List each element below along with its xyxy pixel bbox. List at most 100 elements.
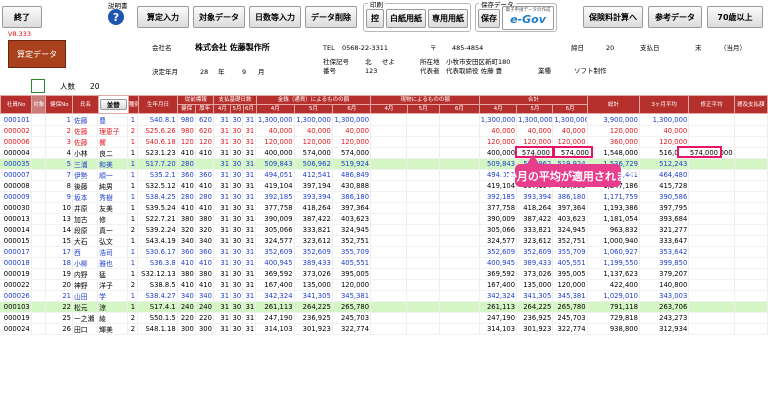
cash-6-cell[interactable]: 395,005 [332, 268, 372, 281]
given-name-cell[interactable]: 弘文 [97, 235, 129, 248]
days-4-cell[interactable]: 31 [213, 268, 232, 281]
kind-6-cell[interactable] [439, 158, 480, 171]
total-cell[interactable]: 1,199,550 [587, 257, 640, 270]
cash-5-cell[interactable]: 418,264 [294, 202, 333, 215]
birth-cell[interactable]: S22.7.21 [137, 213, 178, 226]
ins-no-cell[interactable]: 4 [45, 147, 74, 160]
days-4-cell[interactable]: 31 [213, 301, 232, 314]
kind-5-cell[interactable] [406, 257, 440, 270]
kind-5-cell[interactable] [406, 202, 440, 215]
surname-cell[interactable]: 内野 [72, 268, 99, 281]
sex-cell[interactable]: 1 [127, 115, 139, 127]
emp-no-cell[interactable]: 000014 [0, 224, 32, 237]
cash-4-cell[interactable]: 400,000 [255, 147, 295, 160]
cash-6-cell[interactable]: 397,364 [332, 202, 372, 215]
total-cell[interactable]: 1,000,940 [587, 235, 640, 248]
birth-cell[interactable]: S40.6.18 [137, 136, 178, 149]
target-cell[interactable] [31, 213, 46, 226]
kind-6-cell[interactable] [439, 246, 480, 259]
kind-6-cell[interactable] [439, 125, 480, 138]
cash-6-cell[interactable]: 355,709 [332, 246, 372, 259]
sex-cell[interactable]: 1 [127, 180, 139, 193]
total-cell[interactable]: 1,548,000 [587, 147, 640, 160]
cash-5-cell[interactable]: 352,609 [294, 246, 333, 259]
cash-5-cell[interactable]: 506,962 [294, 158, 333, 171]
ins-no-cell[interactable]: 2 [45, 125, 74, 138]
given-name-cell[interactable]: 良二 [97, 147, 129, 160]
kind-6-cell[interactable] [439, 191, 480, 204]
cash-6-cell[interactable]: 120,000 [332, 136, 372, 149]
grade-pension-cell[interactable]: 620 [195, 125, 214, 138]
ins-no-cell[interactable]: 1 [45, 115, 74, 127]
emp-no-cell[interactable]: 000035 [0, 158, 32, 171]
print-blank-button[interactable]: 白紙用紙 [386, 9, 426, 28]
kind-5-cell[interactable] [406, 147, 440, 160]
revised-avg-cell[interactable] [688, 268, 735, 281]
kind-4-cell[interactable] [370, 213, 408, 226]
kind-4-cell[interactable] [370, 257, 408, 270]
revised-avg-cell[interactable] [688, 290, 735, 303]
sum-4-cell[interactable]: 261,113 [479, 301, 518, 314]
surname-cell[interactable]: 後藤 [72, 180, 99, 193]
table-row[interactable]: 000006 3 佐藤響 1 S40.6.18 120 120 31 30 31 120,000 12… [0, 136, 768, 149]
table-row[interactable]: 000101 1 佐藤豊 1 S40.8.1 980 620 31 30 31 1,300,000 1… [0, 115, 768, 127]
revised-avg-cell[interactable] [688, 301, 735, 314]
cash-4-cell[interactable]: 305,066 [255, 224, 295, 237]
kind-5-cell[interactable] [406, 180, 440, 193]
total-cell[interactable]: 3,900,000 [587, 115, 640, 127]
grade-pension-cell[interactable]: 120 [195, 136, 214, 149]
kind-4-cell[interactable] [370, 180, 408, 193]
target-cell[interactable] [31, 235, 46, 248]
avg3-cell[interactable]: 333,647 [639, 235, 690, 248]
surname-cell[interactable]: 佐藤 [72, 136, 99, 149]
ins-no-cell[interactable]: 17 [45, 246, 74, 259]
days-5-cell[interactable]: 30 [230, 290, 244, 303]
days-6-cell[interactable]: 31 [242, 191, 257, 204]
emp-no-cell[interactable]: 000022 [0, 279, 32, 292]
sum-6-cell[interactable]: 395,005 [552, 268, 588, 281]
given-name-cell[interactable]: 洋子 [97, 279, 129, 292]
avg3-cell[interactable]: 415,728 [639, 180, 690, 193]
surname-cell[interactable]: 山田 [72, 290, 99, 303]
kind-6-cell[interactable] [439, 235, 480, 248]
days-6-cell[interactable]: 31 [242, 202, 257, 215]
emp-no-cell[interactable]: 000015 [0, 235, 32, 248]
cash-4-cell[interactable]: 377,758 [255, 202, 295, 215]
kind-5-cell[interactable] [406, 290, 440, 303]
surname-cell[interactable]: 段原 [72, 224, 99, 237]
sex-cell[interactable]: 1 [127, 136, 139, 149]
grade-health-cell[interactable]: 410 [177, 180, 196, 193]
birth-cell[interactable]: S25.6.26 [137, 125, 178, 138]
avg3-cell[interactable]: 390,586 [639, 191, 690, 204]
surname-cell[interactable]: 井原 [72, 202, 99, 215]
ins-no-cell[interactable]: 3 [45, 136, 74, 149]
cash-5-cell[interactable]: 341,305 [294, 290, 333, 303]
sum-6-cell[interactable]: 405,551 [552, 257, 588, 270]
surname-cell[interactable]: 伊勢 [72, 169, 99, 182]
avg3-cell[interactable]: 512,243 [639, 158, 690, 171]
kind-4-cell[interactable] [370, 246, 408, 259]
given-name-cell[interactable]: 理恵子 [97, 125, 129, 138]
sum-5-cell[interactable]: 389,433 [516, 257, 554, 270]
grade-health-cell[interactable]: 410 [177, 147, 196, 160]
kind-6-cell[interactable] [439, 136, 480, 149]
avg3-cell[interactable]: 321,277 [639, 224, 690, 237]
kind-6-cell[interactable] [439, 224, 480, 237]
total-cell[interactable]: 360,000 [587, 136, 640, 149]
sex-cell[interactable]: 1 [127, 213, 139, 226]
emp-no-cell[interactable]: 000101 [0, 115, 32, 127]
kind-4-cell[interactable] [370, 169, 408, 182]
total-cell[interactable]: 1,181,054 [587, 213, 640, 226]
save-button[interactable]: 保存 [478, 9, 500, 28]
ins-no-cell[interactable]: 21 [45, 290, 74, 303]
days-4-cell[interactable]: 31 [213, 213, 232, 226]
sum-5-cell[interactable]: 1,300,000 [516, 115, 554, 127]
days-4-cell[interactable]: 31 [213, 125, 232, 138]
surname-cell[interactable]: 大石 [72, 235, 99, 248]
cash-4-cell[interactable]: 342,324 [255, 290, 295, 303]
cash-4-cell[interactable]: 1,300,000 [255, 115, 295, 127]
sum-4-cell[interactable]: 390,009 [479, 213, 518, 226]
cash-6-cell[interactable]: 403,623 [332, 213, 372, 226]
sum-4-cell[interactable]: 305,066 [479, 224, 518, 237]
avg3-cell[interactable]: 40,000 [639, 125, 690, 138]
